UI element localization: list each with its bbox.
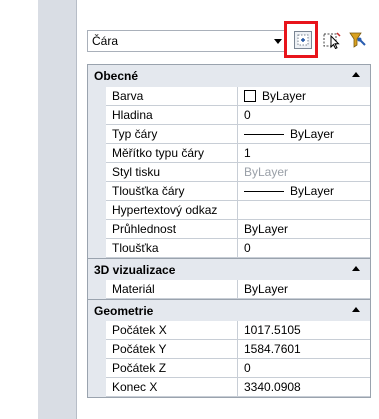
property-name: Styl tisku	[106, 163, 238, 182]
line-sample-icon	[244, 133, 284, 135]
property-value: 1584.7601	[244, 342, 301, 356]
property-name: Počátek Y	[106, 340, 238, 359]
select-objects-icon	[323, 32, 341, 49]
category-title: Geometrie	[94, 303, 154, 318]
quick-select-icon	[349, 32, 366, 48]
property-value: ByLayer	[290, 127, 335, 141]
pickadd-icon	[294, 31, 312, 49]
property-value: 1017.5105	[244, 323, 301, 337]
collapse-arrow-icon[interactable]	[352, 72, 360, 77]
chevron-down-icon[interactable]	[270, 31, 286, 51]
property-value-cell[interactable]: 0	[238, 239, 370, 258]
palette-title-strip[interactable]	[38, 0, 99, 419]
category-title: 3D vizualizace	[94, 262, 176, 277]
select-objects-button[interactable]	[320, 28, 344, 52]
property-row[interactable]: Tloušťka čáry ByLayer	[88, 182, 370, 201]
property-row[interactable]: Počátek Z 0	[88, 359, 370, 378]
category-header[interactable]: Geometrie	[88, 299, 370, 321]
collapse-arrow-icon[interactable]	[352, 266, 360, 271]
property-name: Tloušťka	[106, 239, 238, 258]
property-value: 3340.0908	[244, 380, 301, 394]
property-row[interactable]: Hypertextový odkaz	[88, 201, 370, 220]
property-value-cell[interactable]: 1017.5105	[238, 321, 370, 340]
object-type-dropdown[interactable]: Čára	[87, 30, 287, 52]
property-row[interactable]: Typ čáry ByLayer	[88, 125, 370, 144]
property-value: ByLayer	[290, 184, 335, 198]
color-swatch-icon	[244, 90, 256, 102]
property-value-cell[interactable]: ByLayer	[238, 182, 370, 201]
property-name: Barva	[106, 87, 238, 106]
category-title: Obecné	[94, 69, 139, 83]
property-value-cell[interactable]: 1584.7601	[238, 340, 370, 359]
left-margin	[0, 0, 38, 419]
property-row[interactable]: Počátek Y 1584.7601	[88, 340, 370, 359]
quick-select-button[interactable]	[346, 28, 370, 52]
property-value-cell[interactable]: 0	[238, 359, 370, 378]
properties-panel: Čára Obecné Barva ByLayer Hladina 0 Typ …	[77, 0, 379, 419]
property-value-cell[interactable]: 3340.0908	[238, 378, 370, 397]
property-value-cell[interactable]: 0	[238, 106, 370, 125]
property-value: 0	[244, 108, 251, 122]
line-sample-icon	[244, 190, 284, 192]
property-name: Konec X	[106, 378, 238, 397]
collapse-arrow-icon[interactable]	[352, 307, 360, 312]
property-name: Materiál	[106, 280, 238, 299]
property-value-cell[interactable]: 1	[238, 144, 370, 163]
property-value-cell[interactable]: ByLayer	[238, 163, 370, 182]
property-value: ByLayer	[244, 165, 289, 179]
object-type-value: Čára	[92, 34, 119, 48]
property-name: Průhlednost	[106, 220, 238, 239]
property-name: Měřítko typu čáry	[106, 144, 238, 163]
property-value-cell[interactable]: ByLayer	[238, 220, 370, 239]
property-name: Typ čáry	[106, 125, 238, 144]
property-value-cell[interactable]	[238, 201, 370, 220]
property-row[interactable]: Styl tisku ByLayer	[88, 163, 370, 182]
property-value: ByLayer	[244, 282, 289, 296]
property-grid: Obecné Barva ByLayer Hladina 0 Typ čáry ByLaye…	[87, 64, 371, 398]
property-name: Hladina	[106, 106, 238, 125]
property-row[interactable]: Materiál ByLayer	[88, 280, 370, 299]
property-name: Tloušťka čáry	[106, 182, 238, 201]
property-row[interactable]: Konec X 3340.0908	[88, 378, 370, 397]
property-row[interactable]: Barva ByLayer	[88, 87, 370, 106]
property-value: ByLayer	[244, 222, 289, 236]
property-value-cell[interactable]: ByLayer	[238, 280, 370, 299]
property-value: 1	[244, 146, 251, 160]
property-row[interactable]: Tloušťka 0	[88, 239, 370, 258]
property-value-cell[interactable]: ByLayer	[238, 125, 370, 144]
property-row[interactable]: Měřítko typu čáry 1	[88, 144, 370, 163]
category-header[interactable]: Obecné	[88, 65, 370, 87]
properties-toolbar: Čára	[77, 0, 379, 64]
property-row[interactable]: Průhlednost ByLayer	[88, 220, 370, 239]
pickadd-toggle-button[interactable]	[291, 28, 315, 52]
property-value: ByLayer	[262, 89, 307, 103]
property-name: Počátek Z	[106, 359, 238, 378]
property-row[interactable]: Počátek X 1017.5105	[88, 321, 370, 340]
property-value: 0	[244, 361, 251, 375]
property-row[interactable]: Hladina 0	[88, 106, 370, 125]
property-value-cell[interactable]: ByLayer	[238, 87, 370, 106]
property-value: 0	[244, 241, 251, 255]
property-name: Hypertextový odkaz	[106, 201, 238, 220]
property-name: Počátek X	[106, 321, 238, 340]
category-header[interactable]: 3D vizualizace	[88, 258, 370, 280]
